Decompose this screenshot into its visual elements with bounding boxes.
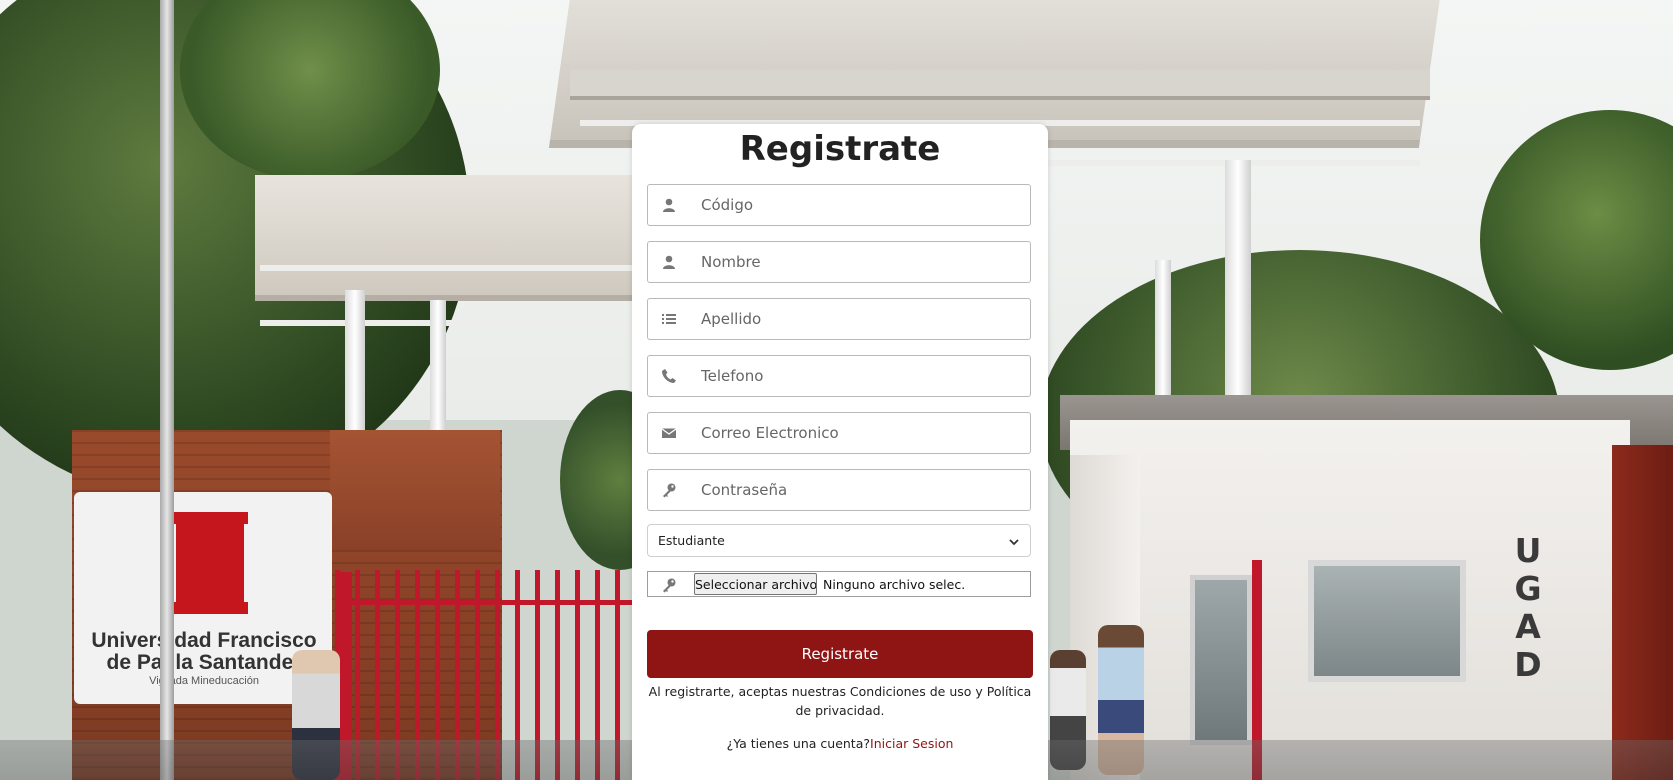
register-card: Registrate Código Nombre Apellido Telefo… <box>632 124 1048 780</box>
canopy-truss <box>570 70 1430 100</box>
key-icon <box>661 577 677 598</box>
telefono-input[interactable] <box>701 356 1021 396</box>
key-icon <box>661 482 677 498</box>
red-gate <box>335 600 635 605</box>
terms-text: Al registrarte, aceptas nuestras Condici… <box>648 684 1032 718</box>
canopy-roof <box>255 175 675 301</box>
chevron-down-icon <box>1008 535 1020 553</box>
canopy-column <box>345 290 365 430</box>
building-letters: U G A D <box>1508 532 1548 684</box>
codigo-field[interactable] <box>647 184 1031 226</box>
file-status: Ninguno archivo selec. <box>823 577 966 592</box>
register-button[interactable]: Registrate <box>647 630 1033 678</box>
select-file-button[interactable]: Seleccionar archivo <box>694 573 817 595</box>
apellido-field[interactable] <box>647 298 1031 340</box>
brick-wall <box>330 430 500 550</box>
canopy-truss <box>1000 160 1420 166</box>
lamp-post <box>160 0 174 780</box>
file-upload-field[interactable]: Seleccionar archivo Ninguno archivo sele… <box>647 571 1031 597</box>
login-prompt: ¿Ya tienes una cuenta? <box>726 736 871 751</box>
role-select-value: Estudiante <box>658 533 725 548</box>
user-icon <box>661 254 677 270</box>
login-prompt-row: ¿Ya tienes una cuenta?Iniciar Sesion <box>632 736 1048 751</box>
telefono-field[interactable] <box>647 355 1031 397</box>
canopy-column <box>1225 160 1251 410</box>
role-select[interactable]: Estudiante <box>647 524 1031 557</box>
page: Universidad Francisco de Paula Santander… <box>0 0 1673 780</box>
contrasena-field[interactable] <box>647 469 1031 511</box>
user-icon <box>661 197 677 213</box>
list-icon <box>661 311 677 327</box>
canopy-truss <box>260 265 670 271</box>
sign-line: Universidad Francisco <box>91 629 317 652</box>
correo-field[interactable] <box>647 412 1031 454</box>
building-window <box>1308 560 1466 682</box>
phone-icon <box>661 368 677 384</box>
canopy-truss <box>260 320 670 326</box>
nombre-input[interactable] <box>701 242 1021 282</box>
building-window <box>1190 575 1252 745</box>
building-letters-text: U G A D <box>1514 531 1542 684</box>
red-wall <box>1612 445 1673 780</box>
nombre-field[interactable] <box>647 241 1031 283</box>
envelope-icon <box>661 425 677 441</box>
register-title: Registrate <box>739 129 941 169</box>
contrasena-input[interactable] <box>701 470 1021 510</box>
login-link[interactable]: Iniciar Sesion <box>870 736 953 751</box>
codigo-input[interactable] <box>701 185 1021 225</box>
apellido-input[interactable] <box>701 299 1021 339</box>
canopy-column <box>430 300 446 430</box>
correo-input[interactable] <box>701 413 1021 453</box>
